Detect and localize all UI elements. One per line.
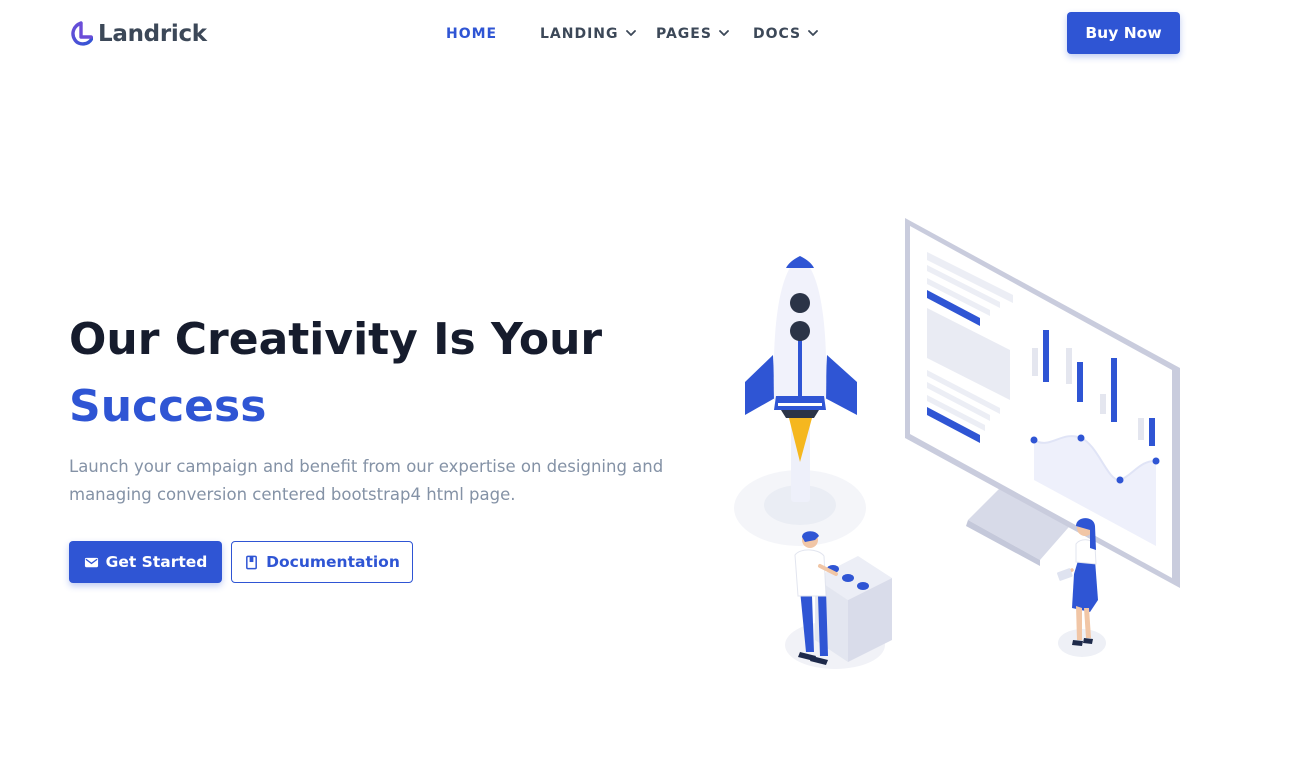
nav-item-docs[interactable]: DOCS: [753, 26, 819, 42]
hero-illustration: [734, 218, 1180, 669]
man-with-console-graphic: [785, 531, 892, 669]
nav-item-label: PAGES: [656, 26, 712, 42]
get-started-button[interactable]: Get Started: [69, 541, 222, 583]
book-icon: [246, 555, 258, 569]
get-started-label: Get Started: [105, 553, 208, 571]
monitor-graphic: [905, 218, 1180, 588]
nav-item-home[interactable]: HOME: [446, 26, 497, 42]
nav-item-pages[interactable]: PAGES: [656, 26, 729, 42]
rocket-graphic: [734, 256, 866, 546]
nav-item-label: HOME: [446, 26, 498, 42]
hero-title-line1: Our Creativity Is Your: [69, 314, 603, 365]
documentation-button[interactable]: Documentation: [231, 541, 413, 583]
logo-mark-icon: [71, 21, 93, 46]
chevron-down-icon: [808, 30, 819, 36]
brand-name: Landrick: [98, 21, 207, 47]
chevron-down-icon: [625, 30, 636, 36]
nav-item-label: LANDING: [540, 26, 619, 42]
logo[interactable]: Landrick: [69, 20, 207, 48]
hero-description: Launch your campaign and benefit from ou…: [69, 457, 664, 504]
nav-item-label: DOCS: [753, 26, 802, 42]
hero-title-accent: Success: [69, 381, 267, 432]
mail-icon: [84, 557, 98, 567]
hero-title: Our Creativity Is Your Success: [69, 306, 602, 440]
chevron-down-icon: [719, 30, 729, 36]
nav-item-landing[interactable]: LANDING: [540, 26, 636, 42]
documentation-label: Documentation: [266, 553, 400, 571]
site-header: Landrick HOME LANDING PAGES DOCS Buy Now: [0, 0, 1299, 68]
buy-now-button[interactable]: Buy Now: [1067, 12, 1180, 54]
